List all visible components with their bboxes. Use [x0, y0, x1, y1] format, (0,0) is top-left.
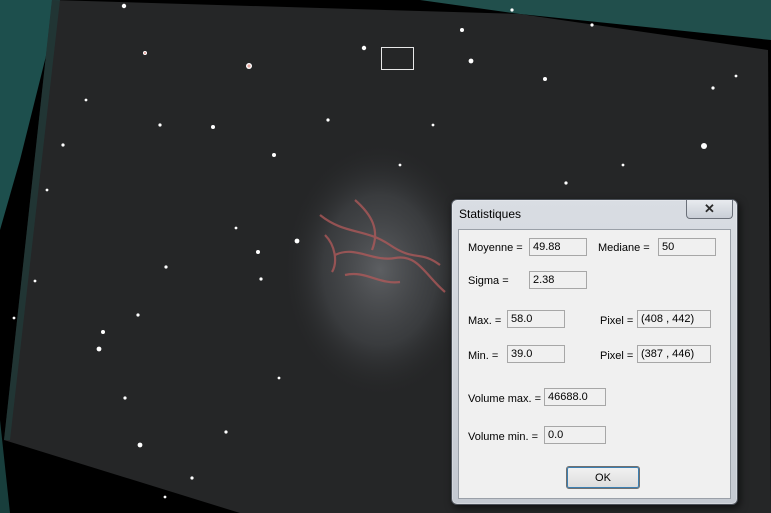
- min-pixel-label: Pixel =: [600, 350, 634, 362]
- volume-min-field: 0.0: [544, 426, 606, 444]
- mediane-field: 50: [658, 238, 716, 256]
- dialog-body: Moyenne = 49.88 Mediane = 50 Sigma = 2.3…: [458, 229, 731, 499]
- max-field: 58.0: [507, 310, 565, 328]
- nebula: [285, 145, 475, 395]
- max-pixel-label: Pixel =: [600, 315, 634, 327]
- close-icon: ✕: [704, 201, 715, 216]
- mediane-label: Mediane =: [598, 242, 650, 254]
- volume-min-label: Volume min. =: [468, 431, 539, 443]
- volume-max-field: 46688.0: [544, 388, 606, 406]
- max-label: Max. =: [468, 315, 502, 327]
- moyenne-field: 49.88: [529, 238, 587, 256]
- min-pixel-field: (387 , 446): [637, 345, 711, 363]
- dialog-title: Statistiques: [459, 207, 522, 221]
- statistics-dialog: Statistiques ✕ Moyenne = 49.88 Mediane =…: [451, 199, 738, 505]
- selection-rectangle[interactable]: [381, 47, 414, 70]
- min-label: Min. =: [468, 350, 499, 362]
- ok-button[interactable]: OK: [566, 466, 640, 489]
- moyenne-label: Moyenne =: [468, 242, 523, 254]
- max-pixel-field: (408 , 442): [637, 310, 711, 328]
- volume-max-label: Volume max. =: [468, 393, 542, 405]
- sigma-label: Sigma =: [468, 275, 509, 287]
- close-button[interactable]: ✕: [686, 200, 733, 219]
- sigma-field: 2.38: [529, 271, 587, 289]
- min-field: 39.0: [507, 345, 565, 363]
